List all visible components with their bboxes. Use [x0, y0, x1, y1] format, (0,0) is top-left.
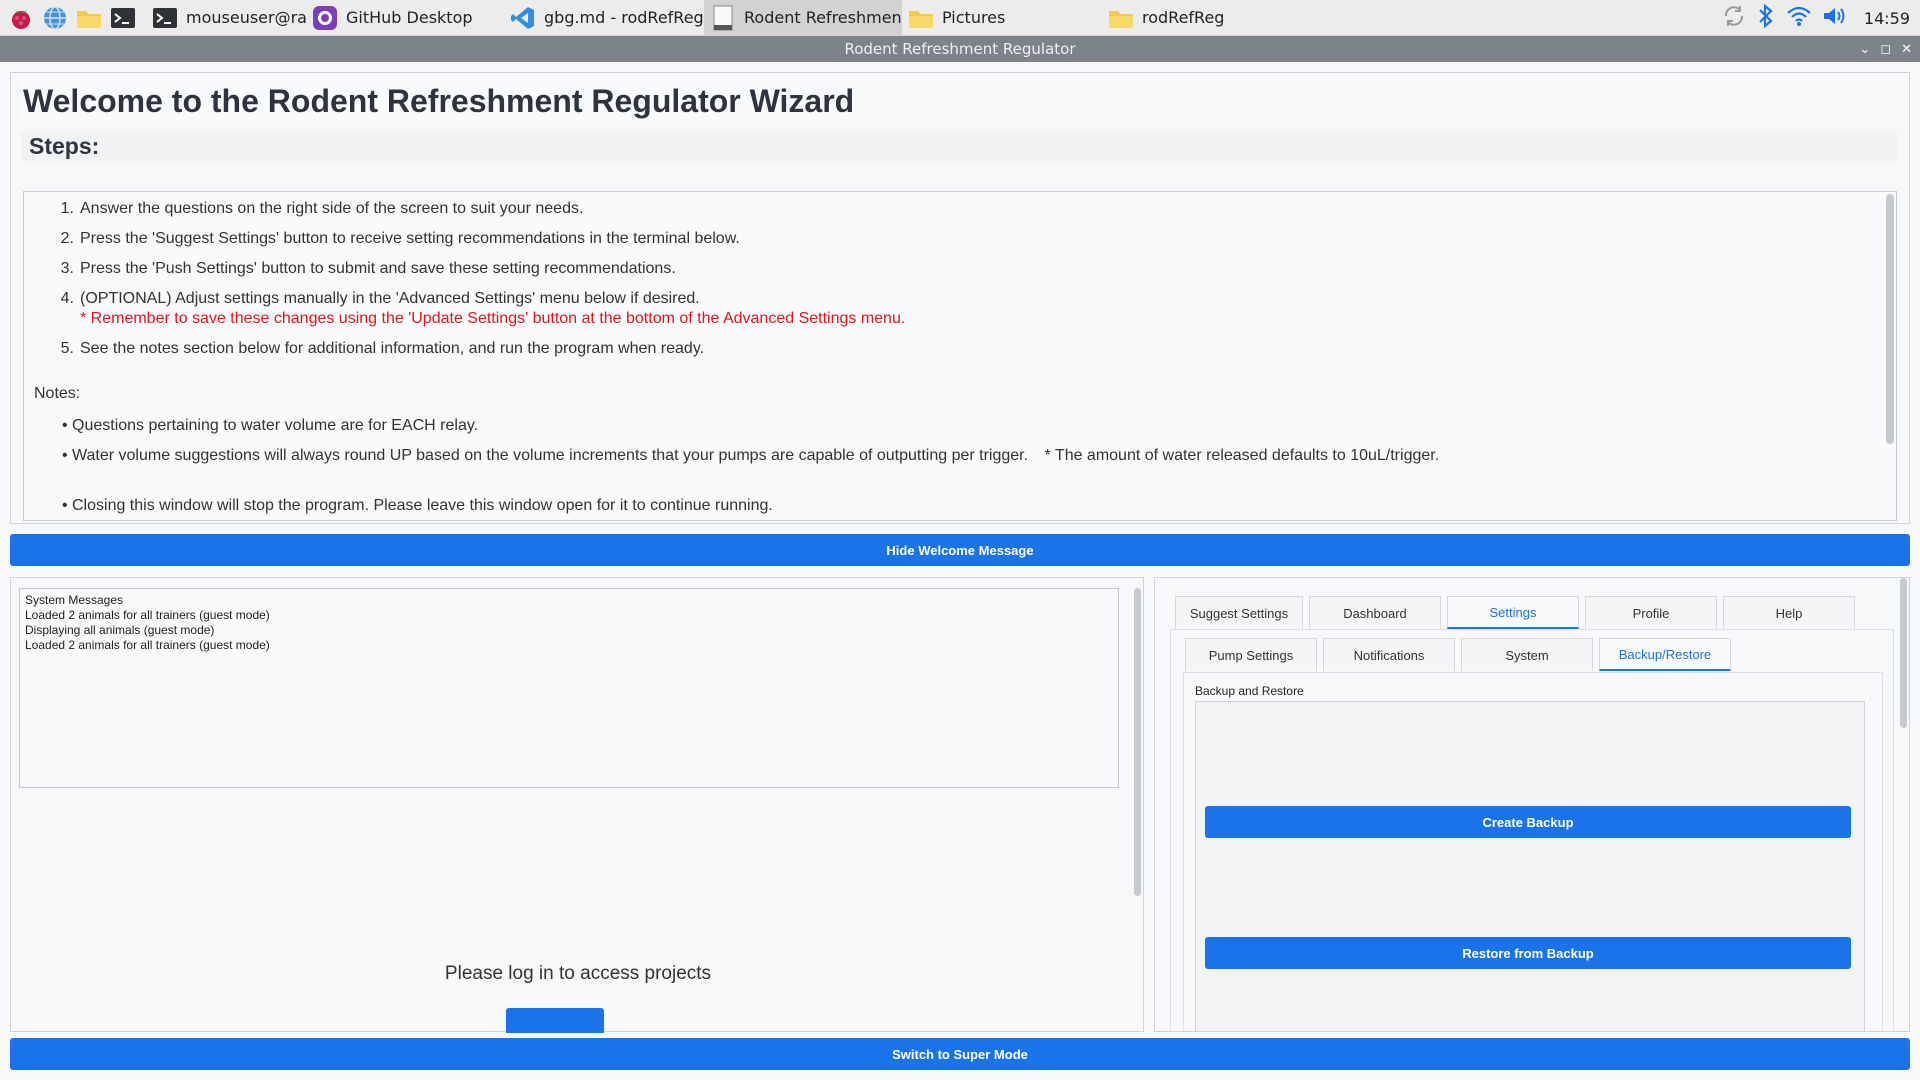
tab-system[interactable]: System [1461, 638, 1593, 671]
step-item: 5. See the notes section below for additi… [58, 340, 704, 358]
bullet-icon: • [62, 417, 68, 434]
task-label: mouseuser@raspber.. [186, 8, 306, 27]
login-button[interactable] [506, 1008, 604, 1033]
tab-dashboard[interactable]: Dashboard [1309, 596, 1441, 629]
step-number: 1. [60, 200, 74, 217]
log-line: Loaded 2 animals for all trainers (guest… [25, 608, 270, 622]
step-number: 2. [60, 230, 74, 247]
minimize-icon[interactable]: ⌄ [1859, 42, 1870, 57]
tab-settings[interactable]: Settings [1447, 596, 1579, 629]
left-panel: System Messages Loaded 2 animals for all… [10, 577, 1144, 1033]
taskbar-task[interactable]: gbg.md - rodRefReg .. [504, 0, 704, 36]
window-icon [710, 5, 736, 31]
system-messages-log[interactable]: System Messages Loaded 2 animals for all… [19, 588, 1119, 788]
left-panel-scrollbar[interactable] [1134, 588, 1141, 896]
note-text: Closing this window will stop the progra… [72, 497, 773, 514]
wifi-icon[interactable] [1786, 5, 1812, 31]
taskbar: mouseuser@raspber.. GitHub Desktop gbg.m… [0, 0, 1920, 36]
tab-backup-restore[interactable]: Backup/Restore [1599, 638, 1731, 671]
welcome-panel: Welcome to the Rodent Refreshment Regula… [10, 72, 1910, 524]
folder-icon [908, 5, 934, 31]
taskbar-task[interactable]: GitHub Desktop [306, 0, 504, 36]
backup-group-label: Backup and Restore [1195, 684, 1304, 698]
switch-super-mode-button[interactable]: Switch to Super Mode [10, 1038, 1910, 1070]
tab-suggest-settings[interactable]: Suggest Settings [1175, 596, 1303, 629]
task-label: Rodent Refreshment .. [744, 8, 902, 27]
task-label: GitHub Desktop [346, 8, 473, 27]
note-item: • Water volume suggestions will always ro… [62, 447, 1439, 465]
step-text: (OPTIONAL) Adjust settings manually in t… [80, 290, 700, 307]
system-tray: 14:59 [1722, 0, 1920, 36]
volume-icon[interactable] [1822, 5, 1848, 31]
step-number: 3. [60, 260, 74, 277]
step-item: 3. Press the 'Push Settings' button to su… [58, 260, 676, 278]
task-label: gbg.md - rodRefReg .. [544, 8, 704, 27]
maximize-icon[interactable]: ◻ [1880, 42, 1891, 57]
steps-heading: Steps: [21, 131, 1897, 161]
close-icon[interactable]: ✕ [1901, 42, 1912, 57]
create-backup-button[interactable]: Create Backup [1205, 806, 1851, 838]
step-warning: * Remember to save these changes using t… [80, 310, 906, 327]
task-label: rodRefReg [1142, 8, 1225, 27]
log-line: System Messages [25, 593, 124, 607]
notes-label: Notes: [34, 385, 81, 402]
tab-profile[interactable]: Profile [1585, 596, 1717, 629]
terminal-icon [152, 5, 178, 31]
main-tab-bar: Suggest Settings Dashboard Settings Prof… [1175, 596, 1855, 629]
step-text: Press the 'Push Settings' button to subm… [80, 260, 676, 277]
note-text: Water volume suggestions will always rou… [72, 447, 1029, 464]
bullet-icon: • [62, 447, 68, 464]
step-item: 2. Press the 'Suggest Settings' button to… [58, 230, 740, 248]
steps-text-area[interactable]: 1. Answer the questions on the right side… [23, 191, 1897, 521]
settings-panel: Suggest Settings Dashboard Settings Prof… [1154, 577, 1910, 1032]
welcome-title: Welcome to the Rodent Refreshment Regula… [21, 79, 1897, 123]
sync-icon[interactable] [1722, 4, 1746, 32]
log-line: Loaded 2 animals for all trainers (guest… [25, 638, 270, 652]
step-number: 5. [60, 340, 74, 357]
window-title: Rodent Refreshment Regulator [844, 40, 1076, 58]
app-window: Welcome to the Rodent Refreshment Regula… [0, 62, 1920, 1080]
clock[interactable]: 14:59 [1864, 9, 1910, 28]
tab-help[interactable]: Help [1723, 596, 1855, 629]
github-icon [312, 5, 338, 31]
taskbar-task[interactable]: mouseuser@raspber.. [146, 0, 306, 36]
taskbar-task[interactable]: Pictures [902, 0, 1102, 36]
vscode-icon [510, 5, 536, 31]
window-titlebar[interactable]: Rodent Refreshment Regulator ⌄ ◻ ✕ [0, 36, 1920, 62]
step-number: 4. [60, 290, 74, 307]
note-item: • Questions pertaining to water volume ar… [62, 417, 478, 435]
step-text: See the notes section below for addition… [80, 340, 705, 357]
step-item: 1. Answer the questions on the right side… [58, 200, 584, 218]
terminal-launcher-icon[interactable] [106, 0, 140, 36]
taskbar-task[interactable]: rodRefReg [1102, 0, 1302, 36]
note-info: * The amount of water released defaults … [1044, 447, 1440, 464]
task-label: Pictures [942, 8, 1006, 27]
backup-group-box [1195, 701, 1865, 1031]
note-text: Questions pertaining to water volume are… [72, 417, 479, 434]
sub-tab-bar: Pump Settings Notifications System Backu… [1185, 638, 1731, 671]
tab-pump-settings[interactable]: Pump Settings [1185, 638, 1317, 671]
login-message: Please log in to access projects [444, 963, 712, 984]
raspberry-menu-icon[interactable] [4, 0, 38, 36]
hide-welcome-button[interactable]: Hide Welcome Message [10, 534, 1910, 566]
step-text: Press the 'Suggest Settings' button to r… [80, 230, 740, 247]
note-item: • Closing this window will stop the progr… [62, 497, 773, 515]
browser-icon[interactable] [38, 0, 72, 36]
file-manager-icon[interactable] [72, 0, 106, 36]
settings-panel-scrollbar[interactable] [1900, 578, 1907, 728]
step-text: Answer the questions on the right side o… [80, 200, 584, 217]
tab-notifications[interactable]: Notifications [1323, 638, 1455, 671]
folder-icon [1108, 5, 1134, 31]
log-line: Displaying all animals (guest mode) [25, 623, 215, 637]
bullet-icon: • [62, 497, 68, 514]
taskbar-task-active[interactable]: Rodent Refreshment .. [704, 0, 902, 36]
bluetooth-icon[interactable] [1756, 3, 1776, 33]
restore-backup-button[interactable]: Restore from Backup [1205, 937, 1851, 969]
steps-scrollbar[interactable] [1886, 194, 1894, 444]
step-item: 4. (OPTIONAL) Adjust settings manually in… [58, 290, 906, 328]
